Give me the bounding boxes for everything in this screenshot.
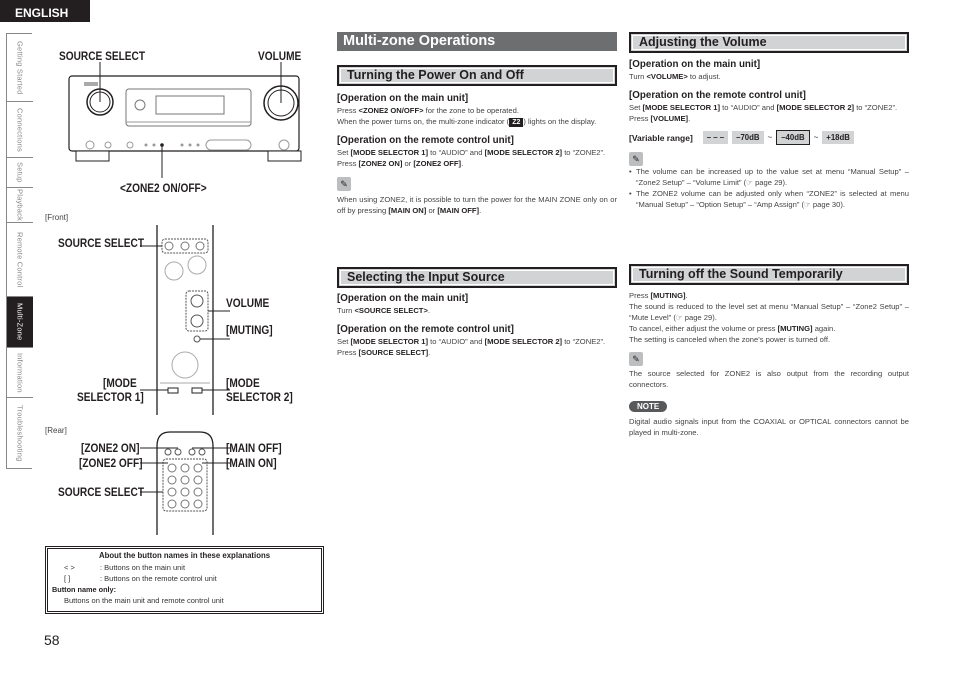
variable-range-label: [Variable range] — [629, 132, 693, 143]
info-row: [ ] : Buttons on the remote control unit — [52, 573, 317, 584]
callout-zone2-off: [ZONE2 OFF] — [79, 458, 143, 470]
range-max: +18dB — [822, 131, 854, 144]
callout-volume-remote: VOLUME — [226, 298, 270, 310]
volume-note-1: • The volume can be increased up to the v… — [629, 167, 909, 187]
memo-pencil-icon: ✎ — [629, 152, 643, 166]
subheading-main-unit: [Operation on the main unit] — [629, 59, 761, 70]
callout-muting: [MUTING] — [226, 325, 273, 337]
main-unit-illustration — [68, 62, 302, 178]
callout-source-select-remote: SOURCE SELECT — [58, 238, 145, 250]
mute-press-text: Press [MUTING]. — [629, 291, 688, 300]
side-tab-troubleshooting[interactable]: Troubleshooting — [7, 398, 33, 468]
side-tab-connections[interactable]: Connections — [7, 102, 33, 158]
range-min-off: – – – — [702, 131, 729, 144]
callout-zone2-on-off: <ZONE2 ON/OFF> — [120, 183, 207, 195]
remote-front-illustration — [140, 225, 230, 415]
power-remote-set-text: Set [MODE SELECTOR 1] to “AUDIO” and [MO… — [337, 148, 606, 157]
side-tab-setup[interactable]: Setup — [7, 158, 33, 188]
input-remote-press-text: Press [SOURCE SELECT]. — [337, 348, 431, 357]
callout-mode-selector-1-l1: [MODE — [103, 378, 137, 390]
button-names-info-box: About the button names in these explanat… — [45, 546, 324, 614]
info-symbol: [ ] — [64, 574, 71, 583]
page-title: Multi-zone Operations — [337, 32, 617, 51]
language-tag: ENGLISH — [0, 0, 90, 22]
subheading-remote: [Operation on the remote control unit] — [337, 135, 514, 146]
info-row: < > : Buttons on the main unit — [52, 562, 317, 573]
memo-pencil-icon: ✎ — [337, 177, 351, 191]
volume-note-2: • The ZONE2 volume can be adjusted only w… — [629, 189, 909, 209]
info-subtext: Buttons on the main unit and remote cont… — [64, 596, 224, 605]
memo-pencil-icon: ✎ — [629, 352, 643, 366]
callout-zone2-on: [ZONE2 ON] — [81, 443, 140, 455]
side-tab-label: Playback — [15, 188, 25, 222]
callout-main-on: [MAIN ON] — [226, 458, 277, 470]
range-default: –40dB — [776, 130, 810, 145]
side-tab-remote-control[interactable]: Remote Control — [7, 223, 33, 297]
variable-range: [Variable range] – – – –70dB ~ –40dB ~ +… — [629, 130, 909, 145]
subheading-remote: [Operation on the remote control unit] — [629, 90, 806, 101]
mute-cancel-text: To cancel, either adjust the volume or p… — [629, 324, 836, 333]
power-main-unit-text: Press <ZONE2 ON/OFF> for the zone to be … — [337, 106, 519, 115]
mute-memo-text: The source selected for ZONE2 is also ou… — [629, 369, 909, 389]
subheading-main-unit: [Operation on the main unit] — [337, 293, 469, 304]
mute-level-text: The sound is reduced to the level set at… — [629, 302, 909, 322]
range-separator: ~ — [767, 133, 773, 142]
side-tab-information[interactable]: Information — [7, 348, 33, 398]
z2-indicator-icon: Z2 — [509, 118, 524, 127]
subheading-main-unit: [Operation on the main unit] — [337, 93, 469, 104]
info-symbol: < > — [64, 563, 75, 572]
power-indicator-text: When the power turns on, the multi-zone … — [337, 117, 597, 127]
range-separator: ~ — [813, 133, 819, 142]
section-heading-power: Turning the Power On and Off — [337, 65, 617, 86]
range-min: –70dB — [732, 131, 764, 144]
side-tab-label: Multi-Zone — [15, 303, 25, 341]
side-tab-multi-zone[interactable]: Multi-Zone — [7, 297, 33, 348]
side-tab-label: Remote Control — [15, 231, 25, 288]
input-remote-set-text: Set [MODE SELECTOR 1] to “AUDIO” and [MO… — [337, 337, 606, 346]
side-tab-getting-started[interactable]: Getting Started — [7, 34, 33, 102]
side-tab-label: Information — [15, 352, 25, 393]
callout-main-off: [MAIN OFF] — [226, 443, 282, 455]
note-text: Digital audio signals input from the COA… — [629, 417, 909, 437]
section-heading-volume: Adjusting the Volume — [629, 32, 909, 53]
info-text: : Buttons on the main unit — [100, 563, 186, 572]
info-box-title: About the button names in these explanat… — [98, 551, 271, 560]
side-tab-label: Troubleshooting — [15, 404, 25, 462]
mute-power-text: The setting is canceled when the zone’s … — [629, 335, 831, 344]
caption-front: [Front] — [45, 213, 69, 222]
note-badge: NOTE — [629, 401, 668, 412]
side-tab-nav: Getting Started Connections Setup Playba… — [6, 33, 33, 469]
page-number: 58 — [44, 632, 60, 648]
input-main-unit-text: Turn <SOURCE SELECT>. — [337, 306, 431, 315]
section-heading-input: Selecting the Input Source — [337, 267, 617, 288]
info-subhead: Button name only: — [52, 585, 117, 594]
caption-rear: [Rear] — [45, 426, 67, 435]
remote-rear-illustration — [140, 431, 230, 535]
info-text: : Buttons on the remote control unit — [100, 574, 217, 583]
callout-source-select-rear: SOURCE SELECT — [58, 487, 145, 499]
section-heading-mute: Turning off the Sound Temporarily — [629, 264, 909, 285]
side-tab-label: Getting Started — [15, 40, 25, 95]
side-tab-label: Connections — [15, 107, 25, 152]
subheading-remote: [Operation on the remote control unit] — [337, 324, 514, 335]
volume-remote-press-text: Press [VOLUME]. — [629, 114, 691, 123]
callout-mode-selector-1-l2: SELECTOR 1] — [77, 392, 144, 404]
power-remote-press-text: Press [ZONE2 ON] or [ZONE2 OFF]. — [337, 159, 464, 168]
volume-main-unit-text: Turn <VOLUME> to adjust. — [629, 72, 721, 81]
volume-remote-set-text: Set [MODE SELECTOR 1] to “AUDIO” and [MO… — [629, 103, 898, 112]
callout-mode-selector-2-l1: [MODE — [226, 378, 260, 390]
callout-mode-selector-2-l2: SELECTOR 2] — [226, 392, 293, 404]
side-tab-label: Setup — [15, 162, 25, 183]
power-memo-text: When using ZONE2, it is possible to turn… — [337, 195, 617, 215]
side-tab-playback[interactable]: Playback — [7, 188, 33, 223]
